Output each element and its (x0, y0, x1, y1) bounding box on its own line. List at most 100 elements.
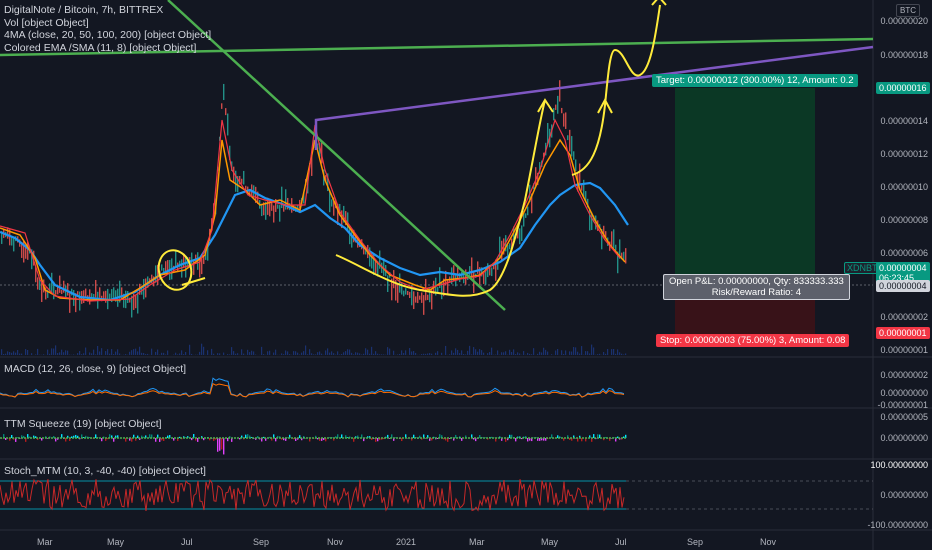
candle (99, 287, 101, 298)
volume-bar (489, 352, 491, 355)
volume-bar (199, 351, 201, 355)
target-label[interactable]: Target: 0.00000012 (300.00%) 12, Amount:… (652, 74, 858, 87)
macd-label[interactable]: MACD (12, 26, close, 9) [object Object] (4, 363, 186, 375)
volume-bar (137, 351, 139, 355)
volume-bar (155, 351, 157, 355)
volume-bar (233, 351, 235, 355)
candle (95, 280, 97, 298)
volume-bar (411, 351, 413, 355)
volume-bar (341, 353, 343, 355)
candle (559, 80, 561, 102)
candle (79, 291, 81, 311)
volume-bar (587, 351, 589, 355)
volume-bar (491, 347, 493, 355)
volume-bar (111, 349, 113, 355)
volume-bar (183, 354, 185, 355)
target-zone[interactable] (675, 88, 815, 285)
volume-bar (135, 348, 137, 355)
volume-bar (223, 352, 225, 355)
volume-bar (213, 353, 215, 355)
candle (399, 273, 401, 293)
price-axis-label: 0.00000014 (880, 116, 928, 126)
4ma-indicator-label[interactable]: 4MA (close, 20, 50, 100, 200) [object Ob… (4, 29, 211, 42)
candle (425, 278, 427, 301)
volume-bar (339, 354, 341, 355)
volume-bar (181, 350, 183, 355)
time-axis-label: Mar (469, 537, 485, 547)
volume-bar (21, 353, 23, 355)
volume-bar (79, 351, 81, 355)
time-axis-label: Jul (181, 537, 193, 547)
volume-bar (475, 349, 477, 355)
volume-bar (139, 346, 141, 355)
symbol-title[interactable]: DigitalNote / Bitcoin, 7h, BITTREX (4, 4, 211, 17)
volume-bar (501, 352, 503, 355)
volume-bar (65, 350, 67, 355)
volume-bar (211, 348, 213, 355)
volume-bar (319, 351, 321, 355)
candle (489, 267, 491, 276)
volume-bar (19, 353, 21, 355)
volume-bar (185, 352, 187, 355)
volume-bar (113, 354, 115, 355)
volume-bar (57, 353, 59, 355)
volume-bar (177, 354, 179, 355)
volume-bar (381, 354, 383, 355)
volume-bar (349, 349, 351, 355)
colored-ema-indicator-label[interactable]: Colored EMA /SMA (11, 8) [object Object] (4, 42, 211, 55)
volume-bar (531, 354, 533, 355)
volume-bar (619, 352, 621, 355)
volume-bar (379, 354, 381, 355)
volume-bar (189, 344, 191, 355)
stoch-axis-label: 0.00000000 (880, 490, 928, 500)
volume-bar (585, 351, 587, 355)
volume-bar (487, 353, 489, 355)
open-pnl-box[interactable]: Open P&L: 0.00000000, Qty: 833333.333 Ri… (663, 274, 850, 300)
volume-bar (241, 349, 243, 355)
volume-bar (275, 349, 277, 355)
volume-bar (165, 354, 167, 355)
candle (393, 270, 395, 289)
volume-bar (249, 352, 251, 355)
volume-bar (229, 354, 231, 355)
volume-bar (5, 353, 7, 355)
volume-bar (621, 353, 623, 355)
volume-bar (455, 348, 457, 355)
volume-bar (315, 354, 317, 355)
volume-bar (301, 352, 303, 355)
volume-bar (565, 350, 567, 355)
volume-bar (599, 353, 601, 355)
volume-bar (117, 349, 119, 355)
volume-bar (625, 353, 627, 355)
volume-bar (203, 346, 205, 355)
candle (569, 129, 571, 152)
volume-bar (515, 354, 517, 355)
volume-bar (571, 351, 573, 355)
candle (405, 288, 407, 295)
volume-bar (105, 351, 107, 355)
macd-axis-label: 0.00000002 (880, 370, 928, 380)
candle (409, 291, 411, 299)
stop-label[interactable]: Stop: 0.00000003 (75.00%) 3, Amount: 0.0… (656, 334, 850, 347)
volume-bar (363, 353, 365, 355)
volume-bar (547, 351, 549, 355)
volume-bar (63, 352, 65, 355)
candle (131, 295, 133, 318)
price-axis-label: 0.00000006 (880, 248, 928, 258)
candle (105, 290, 107, 303)
price-axis-label: 0.00000018 (880, 50, 928, 60)
volume-bar (603, 351, 605, 355)
time-axis-label: Nov (760, 537, 777, 547)
ttm-squeeze-label[interactable]: TTM Squeeze (19) [object Object] (4, 418, 162, 430)
stoch-mtm-label[interactable]: Stoch_MTM (10, 3, -40, -40) [object Obje… (4, 465, 206, 477)
volume-bar (581, 346, 583, 355)
volume-bar (109, 353, 111, 355)
volume-indicator-label[interactable]: Vol [object Object] (4, 17, 211, 30)
candle (611, 231, 613, 248)
candle (447, 279, 449, 295)
volume-bar (235, 353, 237, 355)
candle (11, 237, 13, 246)
volume-bar (283, 354, 285, 355)
candle (135, 294, 137, 309)
volume-bar (463, 354, 465, 355)
